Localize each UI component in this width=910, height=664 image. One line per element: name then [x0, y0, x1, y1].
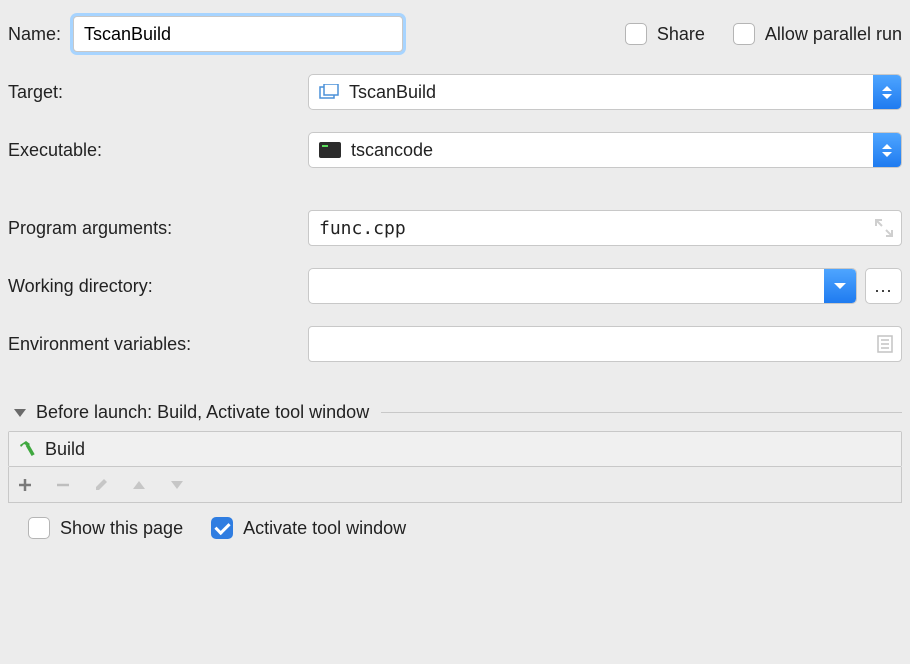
executable-select[interactable]: tscancode [308, 132, 902, 168]
target-dropdown-button[interactable] [873, 75, 901, 109]
name-input[interactable] [73, 16, 403, 52]
target-label: Target: [8, 82, 308, 103]
disclosure-triangle-icon[interactable] [14, 409, 26, 417]
env-vars-label: Environment variables: [8, 334, 308, 355]
env-vars-input[interactable] [308, 326, 902, 362]
program-args-label: Program arguments: [8, 218, 308, 239]
activate-tool-checkbox[interactable]: Activate tool window [211, 517, 406, 539]
checkbox-box-icon [28, 517, 50, 539]
browse-button[interactable]: ... [865, 268, 902, 304]
share-label: Share [657, 24, 705, 45]
working-dir-input[interactable] [308, 268, 857, 304]
target-value: TscanBuild [349, 82, 436, 103]
program-args-input[interactable]: func.cpp [308, 210, 902, 246]
expand-icon[interactable] [875, 219, 893, 237]
executable-label: Executable: [8, 140, 308, 161]
target-icon [319, 84, 339, 100]
remove-button[interactable] [55, 477, 71, 493]
move-up-button[interactable] [131, 479, 147, 491]
checkbox-box-icon [733, 23, 755, 45]
checkbox-box-icon [625, 23, 647, 45]
program-args-value: func.cpp [319, 218, 406, 239]
name-label: Name: [8, 24, 73, 45]
allow-parallel-checkbox[interactable]: Allow parallel run [733, 23, 902, 45]
terminal-icon [319, 142, 341, 158]
allow-parallel-label: Allow parallel run [765, 24, 902, 45]
list-icon[interactable] [877, 335, 893, 358]
working-dir-label: Working directory: [8, 276, 308, 297]
hammer-icon [17, 439, 37, 459]
activate-tool-label: Activate tool window [243, 518, 406, 539]
executable-dropdown-button[interactable] [873, 133, 901, 167]
show-page-checkbox[interactable]: Show this page [28, 517, 183, 539]
divider [381, 412, 902, 413]
target-select[interactable]: TscanBuild [308, 74, 902, 110]
show-page-label: Show this page [60, 518, 183, 539]
working-dir-dropdown-button[interactable] [824, 269, 856, 303]
move-down-button[interactable] [169, 479, 185, 491]
edit-button[interactable] [93, 477, 109, 493]
task-label: Build [45, 439, 85, 460]
before-launch-header: Before launch: Build, Activate tool wind… [36, 402, 369, 423]
before-launch-list: Build [8, 431, 902, 467]
share-checkbox[interactable]: Share [625, 23, 705, 45]
executable-value: tscancode [351, 140, 433, 161]
add-button[interactable] [17, 477, 33, 493]
task-item[interactable]: Build [9, 432, 901, 466]
checkbox-box-checked-icon [211, 517, 233, 539]
before-launch-toolbar [8, 467, 902, 503]
